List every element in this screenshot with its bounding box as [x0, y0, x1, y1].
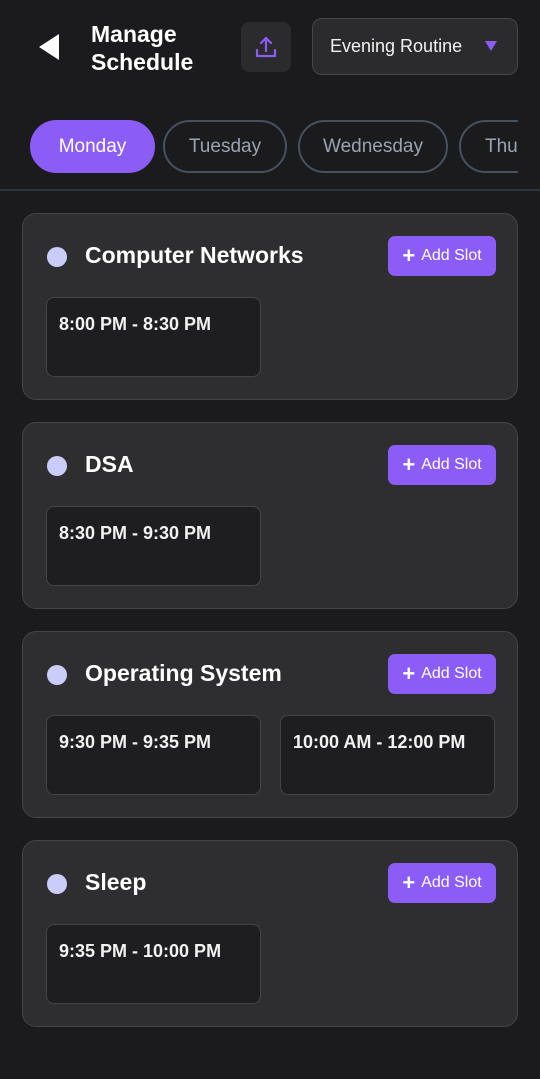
divider	[0, 189, 540, 191]
tab-label: Thu	[485, 135, 518, 157]
subject-name: Computer Networks	[85, 242, 304, 268]
tab-thursday[interactable]: Thu	[459, 120, 518, 173]
plus-icon: +	[402, 870, 416, 895]
add-slot-label: Add Slot	[421, 456, 482, 473]
tab-label: Wednesday	[323, 135, 423, 157]
time-slot[interactable]: 9:35 PM - 10:00 PM	[46, 924, 261, 1004]
tab-tuesday[interactable]: Tuesday	[163, 120, 287, 173]
subject-name: Operating System	[85, 660, 282, 686]
routine-select-value: Evening Routine	[330, 36, 463, 56]
time-slot[interactable]: 9:30 PM - 9:35 PM	[46, 715, 261, 795]
plus-icon: +	[402, 661, 416, 686]
subject-card: Computer Networks + Add Slot 8:00 PM - 8…	[22, 213, 518, 400]
tab-label: Monday	[58, 135, 127, 157]
routine-select[interactable]: Evening Routine	[312, 18, 518, 75]
plus-icon: +	[402, 243, 416, 268]
subject-dot	[47, 456, 67, 476]
add-slot-button[interactable]: + Add Slot	[388, 654, 496, 694]
subject-dot	[47, 874, 67, 894]
add-slot-label: Add Slot	[421, 874, 482, 891]
subject-name: DSA	[85, 451, 134, 477]
subject-dot	[47, 665, 67, 685]
back-arrow-icon	[39, 34, 59, 60]
plus-icon: +	[402, 452, 416, 477]
subject-card: Sleep + Add Slot 9:35 PM - 10:00 PM	[22, 840, 518, 1027]
add-slot-label: Add Slot	[421, 247, 482, 264]
add-slot-button[interactable]: + Add Slot	[388, 863, 496, 903]
subject-card: DSA + Add Slot 8:30 PM - 9:30 PM	[22, 422, 518, 609]
subject-card: Operating System + Add Slot 9:30 PM - 9:…	[22, 631, 518, 818]
day-tabs: Monday Tuesday Wednesday Thu	[0, 118, 518, 176]
upload-icon	[255, 36, 277, 58]
add-slot-label: Add Slot	[421, 665, 482, 682]
time-slot[interactable]: 8:00 PM - 8:30 PM	[46, 297, 261, 377]
add-slot-button[interactable]: + Add Slot	[388, 445, 496, 485]
subject-dot	[47, 247, 67, 267]
header: Manage Schedule Evening Routine	[0, 0, 540, 100]
tab-label: Tuesday	[188, 135, 262, 157]
time-slot[interactable]: 10:00 AM - 12:00 PM	[280, 715, 495, 795]
time-slot[interactable]: 8:30 PM - 9:30 PM	[46, 506, 261, 586]
upload-button[interactable]	[241, 22, 291, 72]
chevron-down-icon	[485, 41, 497, 51]
tab-wednesday[interactable]: Wednesday	[298, 120, 448, 173]
add-slot-button[interactable]: + Add Slot	[388, 236, 496, 276]
page-title: Manage Schedule	[91, 21, 194, 75]
tab-monday[interactable]: Monday	[30, 120, 155, 173]
back-button[interactable]	[34, 30, 64, 64]
subject-name: Sleep	[85, 869, 147, 895]
